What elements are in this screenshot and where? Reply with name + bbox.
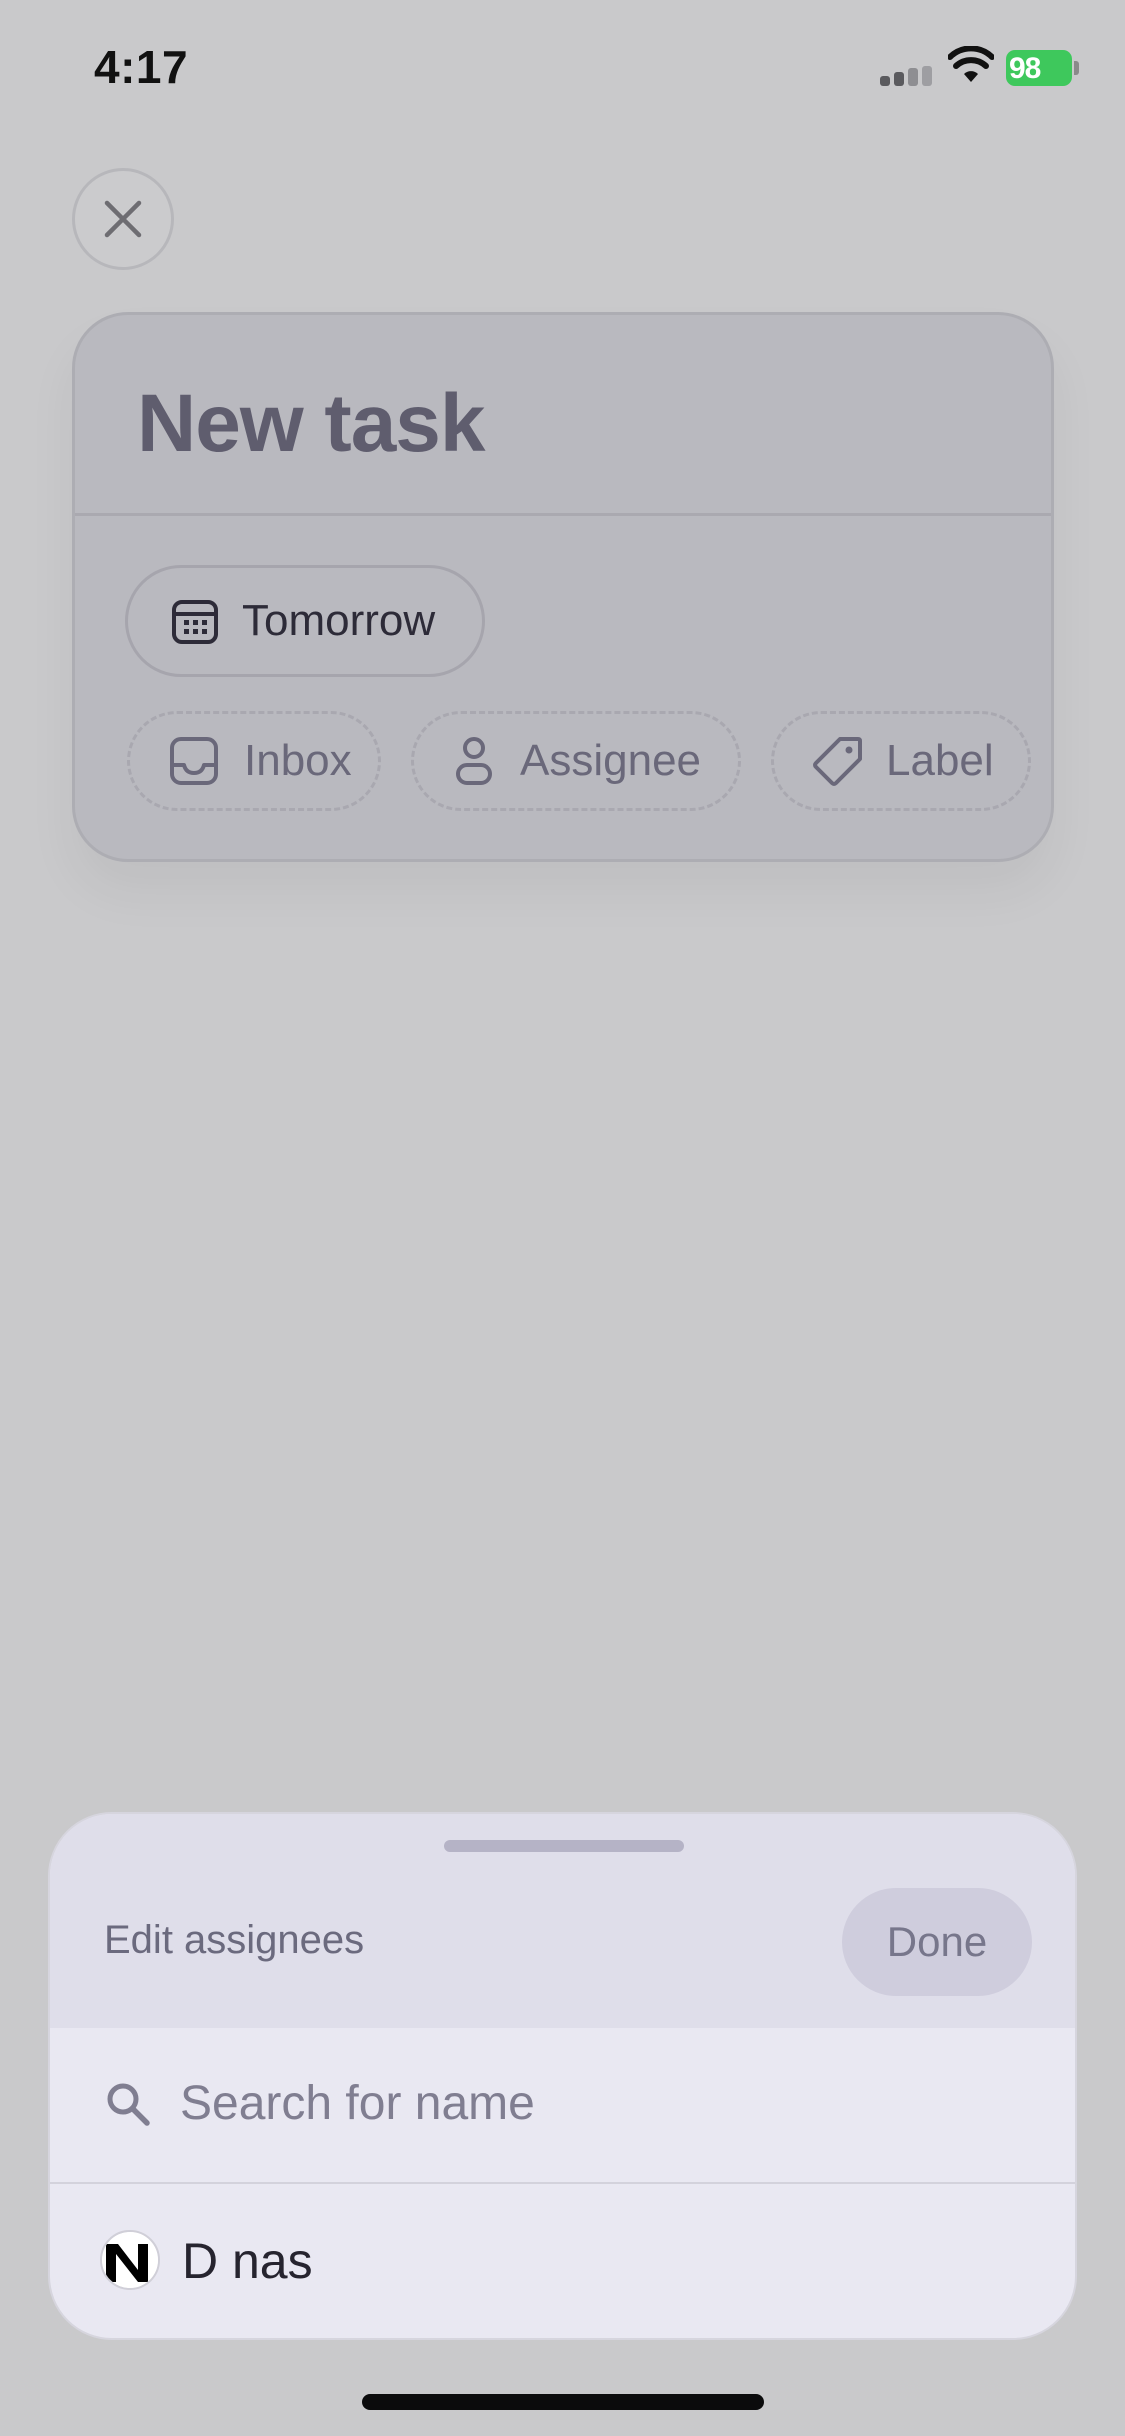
search-row: [50, 2028, 1075, 2182]
home-indicator[interactable]: [362, 2394, 764, 2410]
sheet-grabber[interactable]: [444, 1840, 684, 1852]
user-avatar-icon: [102, 2232, 158, 2288]
assignee-chip-label: Assignee: [520, 736, 702, 785]
date-chip-label: Tomorrow: [242, 596, 436, 645]
close-button[interactable]: [72, 168, 174, 270]
person-name: D nas: [182, 2233, 313, 2289]
project-chip-label: Inbox: [244, 736, 352, 785]
project-chip[interactable]: Inbox: [127, 711, 381, 811]
cellular-signal-icon: [880, 66, 936, 86]
tag-icon: [813, 737, 862, 786]
label-chip[interactable]: Label: [771, 711, 1031, 811]
done-button[interactable]: Done: [842, 1888, 1032, 1996]
inbox-icon: [170, 737, 218, 785]
assignee-chip[interactable]: Assignee: [411, 711, 741, 811]
avatar: [100, 2230, 160, 2290]
sheet-title: Edit assignees: [104, 1918, 365, 1962]
edit-assignees-sheet: Edit assignees Done D nas: [48, 1812, 1077, 2340]
close-icon: [104, 200, 142, 238]
task-title-input[interactable]: New task: [137, 377, 486, 471]
wifi-icon: [948, 46, 994, 82]
label-chip-label: Label: [886, 736, 994, 785]
battery-percent: 98: [1009, 52, 1041, 85]
sheet-header: Edit assignees Done: [50, 1814, 1075, 2028]
battery-icon: 98: [1006, 50, 1082, 86]
person-icon: [456, 737, 492, 785]
search-input[interactable]: [180, 2068, 1000, 2138]
new-task-card: New task Tomorrow Inbox Assignee Label: [72, 312, 1054, 862]
date-chip[interactable]: Tomorrow: [125, 565, 485, 677]
list-item[interactable]: D nas: [50, 2184, 1075, 2338]
status-time: 4:17: [94, 41, 189, 93]
calendar-icon: [172, 600, 218, 644]
search-icon: [107, 2083, 150, 2126]
card-divider: [75, 513, 1051, 516]
